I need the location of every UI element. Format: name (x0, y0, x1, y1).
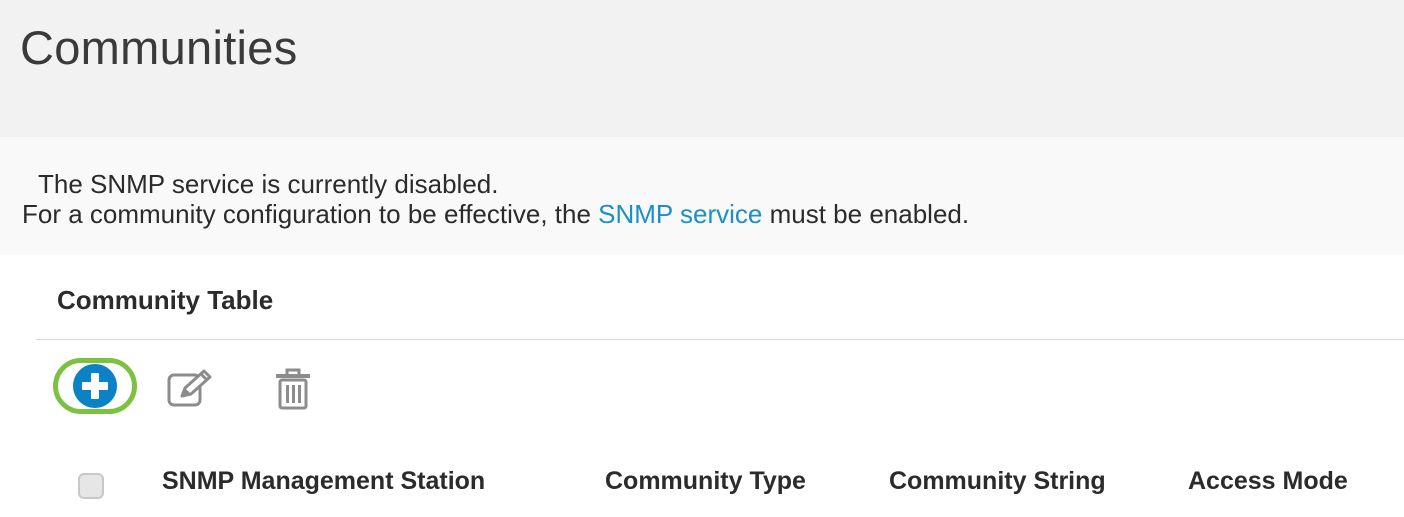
notice-text-after-link: must be enabled. (762, 199, 970, 229)
community-table-panel: Community Table SNMP Management Station … (0, 255, 1404, 517)
column-header-community-type[interactable]: Community Type (605, 467, 806, 496)
column-header-community-string[interactable]: Community String (889, 467, 1106, 496)
table-header-row: SNMP Management Station Community Type C… (0, 463, 1404, 503)
column-header-access-mode[interactable]: Access Mode (1188, 467, 1348, 496)
select-all-checkbox[interactable] (78, 473, 104, 499)
add-community-button[interactable] (53, 358, 137, 414)
column-header-snmp-management-station[interactable]: SNMP Management Station (162, 467, 485, 496)
trash-icon (276, 368, 310, 410)
notice-text-before-link: For a community configuration to be effe… (22, 199, 599, 229)
notice-status-text: The SNMP service is currently disabled. (38, 169, 499, 199)
snmp-disabled-notice: The SNMP service is currently disabled. … (0, 137, 1404, 255)
page-title: Communities (20, 21, 298, 74)
plus-circle-icon (73, 364, 117, 408)
edit-icon (167, 369, 212, 407)
community-table-title: Community Table (57, 285, 274, 315)
delete-community-button[interactable] (273, 368, 313, 412)
edit-community-button[interactable] (166, 368, 220, 408)
divider (36, 339, 1404, 340)
notice-instruction-text: For a community configuration to be effe… (22, 199, 969, 230)
snmp-service-link[interactable]: SNMP service (598, 199, 762, 229)
